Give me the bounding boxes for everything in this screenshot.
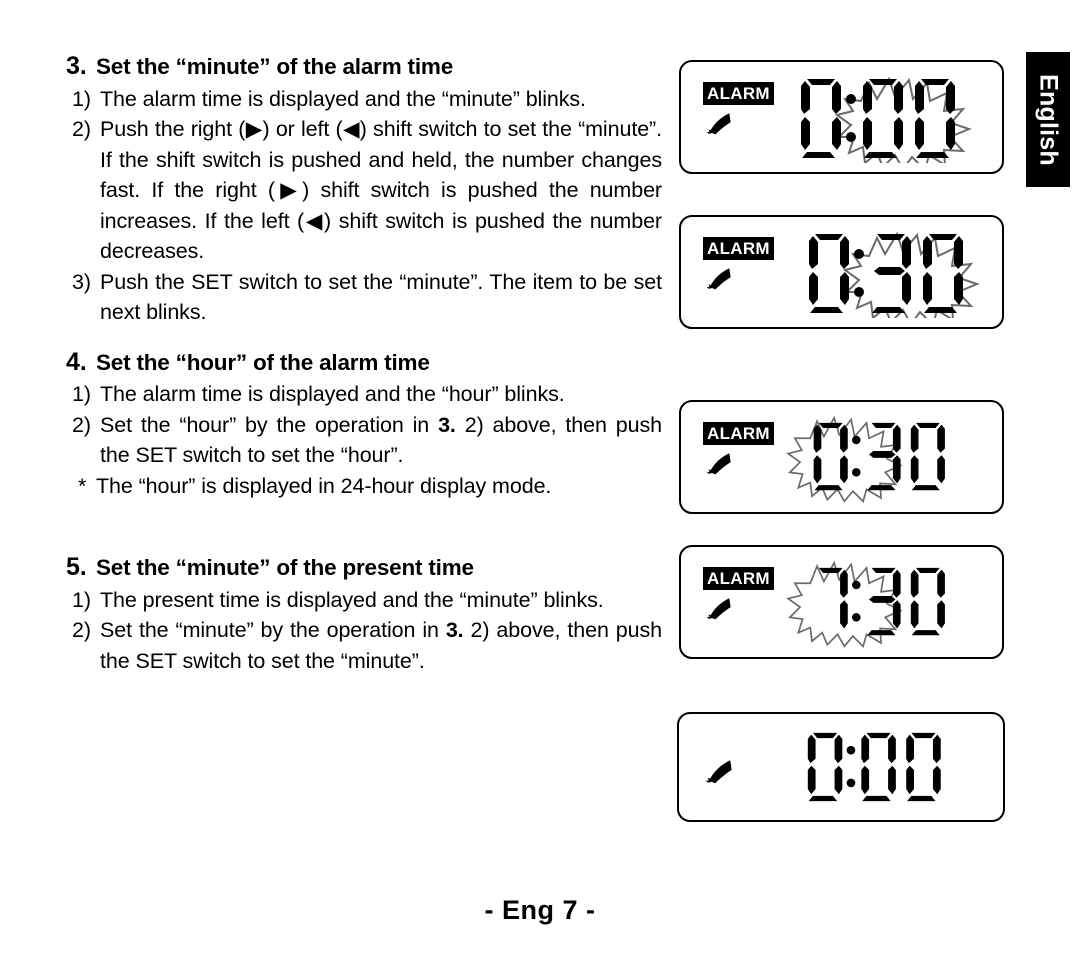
list-item-marker: 1) xyxy=(72,382,91,407)
lcd-digit-hour xyxy=(813,422,848,491)
list-item: 1) The alarm time is displayed and the “… xyxy=(66,379,662,410)
section-4-heading: 4. Set the “hour” of the alarm time xyxy=(66,348,662,378)
list-item-marker: 1) xyxy=(72,587,91,612)
bell-icon xyxy=(705,452,731,476)
section-3-title: Set the “minute” of the alarm time xyxy=(96,54,454,79)
list-item-text: Push the SET switch to set the “minute”.… xyxy=(100,269,662,325)
lcd-panel-alarm-minute-blink-0-30: ALARM xyxy=(679,215,1004,329)
lcd-panel-alarm-minute-blink-0-00: ALARM xyxy=(679,60,1004,174)
language-tab-label: English xyxy=(1034,73,1063,166)
section-4-title: Set the “hour” of the alarm time xyxy=(96,349,430,375)
lcd-digit-minute-ones xyxy=(910,422,945,491)
lcd-colon xyxy=(846,94,856,142)
alarm-indicator-label: ALARM xyxy=(707,84,770,103)
lcd-digit-hour xyxy=(807,732,843,802)
section-3-items: 1) The alarm time is displayed and the “… xyxy=(66,84,662,328)
list-item-text: The alarm time is displayed and the “min… xyxy=(100,86,586,111)
alarm-indicator-badge: ALARM xyxy=(703,237,774,260)
section-3: 3. Set the “minute” of the alarm time 1)… xyxy=(66,52,662,328)
lcd-time-display xyxy=(783,407,979,507)
section-4-items: 1) The alarm time is displayed and the “… xyxy=(66,379,662,501)
lcd-panel-alarm-hour-blink-0-30: ALARM xyxy=(679,400,1004,514)
lcd-digit-minute-ones xyxy=(915,79,955,158)
list-item-marker: * xyxy=(78,473,87,498)
bell-icon xyxy=(703,759,733,785)
list-item-text: The “hour” is displayed in 24-hour displ… xyxy=(96,473,552,498)
lcd-digit-hour xyxy=(809,234,849,313)
list-item: 3) Push the SET switch to set the “minut… xyxy=(66,267,662,328)
alarm-indicator-label: ALARM xyxy=(707,569,770,588)
lcd-digit-minute-ones xyxy=(923,234,963,313)
section-3-number: 3. xyxy=(66,52,87,80)
list-item: 2) Set the “minute” by the operation in … xyxy=(66,615,662,676)
page-footer: - Eng 7 - xyxy=(0,895,1080,926)
section-5-number: 5. xyxy=(66,553,87,582)
alarm-indicator-badge: ALARM xyxy=(703,567,774,590)
bell-icon xyxy=(705,597,731,621)
page-number-label: - Eng 7 - xyxy=(484,895,596,925)
section-3-heading: 3. Set the “minute” of the alarm time xyxy=(66,52,662,82)
list-item: 2) Push the right (▶) or left (◀) shift … xyxy=(66,114,662,267)
lcd-digit-minute-ones xyxy=(906,732,941,802)
list-item-text: Set the “minute” by the operation in 3. … xyxy=(100,618,663,673)
list-item-marker: 2) xyxy=(72,117,91,142)
list-item-text: The present time is displayed and the “m… xyxy=(100,587,604,612)
instructions-column: 3. Set the “minute” of the alarm time 1)… xyxy=(66,52,662,676)
lcd-colon xyxy=(846,745,856,788)
list-item-marker: 2) xyxy=(72,412,91,437)
bell-icon xyxy=(705,112,731,136)
lcd-time-display xyxy=(783,552,979,652)
alarm-indicator-label: ALARM xyxy=(707,239,770,258)
lcd-time-display xyxy=(791,726,961,808)
list-item-text: The alarm time is displayed and the “hou… xyxy=(100,382,565,407)
list-item-note: * The “hour” is displayed in 24-hour dis… xyxy=(66,471,662,502)
lcd-panel-present-time-0-00 xyxy=(677,712,1005,822)
lcd-digit-hour xyxy=(818,567,848,629)
alarm-indicator-label: ALARM xyxy=(707,424,770,443)
manual-page: English 3. Set the “minute” of the alarm… xyxy=(0,0,1080,973)
list-item-text: Push the right (▶) or left (◀) shift swi… xyxy=(100,117,662,264)
lcd-time-display xyxy=(807,226,1003,318)
list-item-marker: 1) xyxy=(72,86,91,111)
alarm-indicator-badge: ALARM xyxy=(703,82,774,105)
bell-icon xyxy=(705,267,731,291)
lcd-digit-minute-tens xyxy=(861,732,896,802)
lcd-digit-minute-ones xyxy=(910,567,945,636)
lcd-digit-hour xyxy=(801,79,841,158)
lcd-colon xyxy=(854,249,864,297)
section-4-number: 4. xyxy=(66,347,87,376)
alarm-indicator-badge: ALARM xyxy=(703,422,774,445)
language-tab-english: English xyxy=(1026,52,1070,187)
section-5-heading: 5. Set the “minute” of the present time xyxy=(66,553,662,583)
lcd-colon xyxy=(852,435,861,477)
list-item: 1) The present time is displayed and the… xyxy=(66,585,662,616)
section-5-title: Set the “minute” of the present time xyxy=(96,555,474,581)
lcd-panel-alarm-hour-blink-7-30: ALARM xyxy=(679,545,1004,659)
lcd-colon xyxy=(852,580,861,622)
lcd-digit-minute-tens xyxy=(872,234,911,313)
section-5-items: 1) The present time is displayed and the… xyxy=(66,585,662,677)
list-item-marker: 2) xyxy=(72,618,91,643)
list-item-text: Set the “hour” by the operation in 3. 2)… xyxy=(100,412,662,468)
section-5: 5. Set the “minute” of the present time … xyxy=(66,553,662,676)
section-4: 4. Set the “hour” of the alarm time 1) T… xyxy=(66,348,662,502)
list-item: 2) Set the “hour” by the operation in 3.… xyxy=(66,410,662,471)
list-item-marker: 3) xyxy=(72,269,91,294)
lcd-time-display xyxy=(799,71,995,163)
list-item: 1) The alarm time is displayed and the “… xyxy=(66,84,662,115)
